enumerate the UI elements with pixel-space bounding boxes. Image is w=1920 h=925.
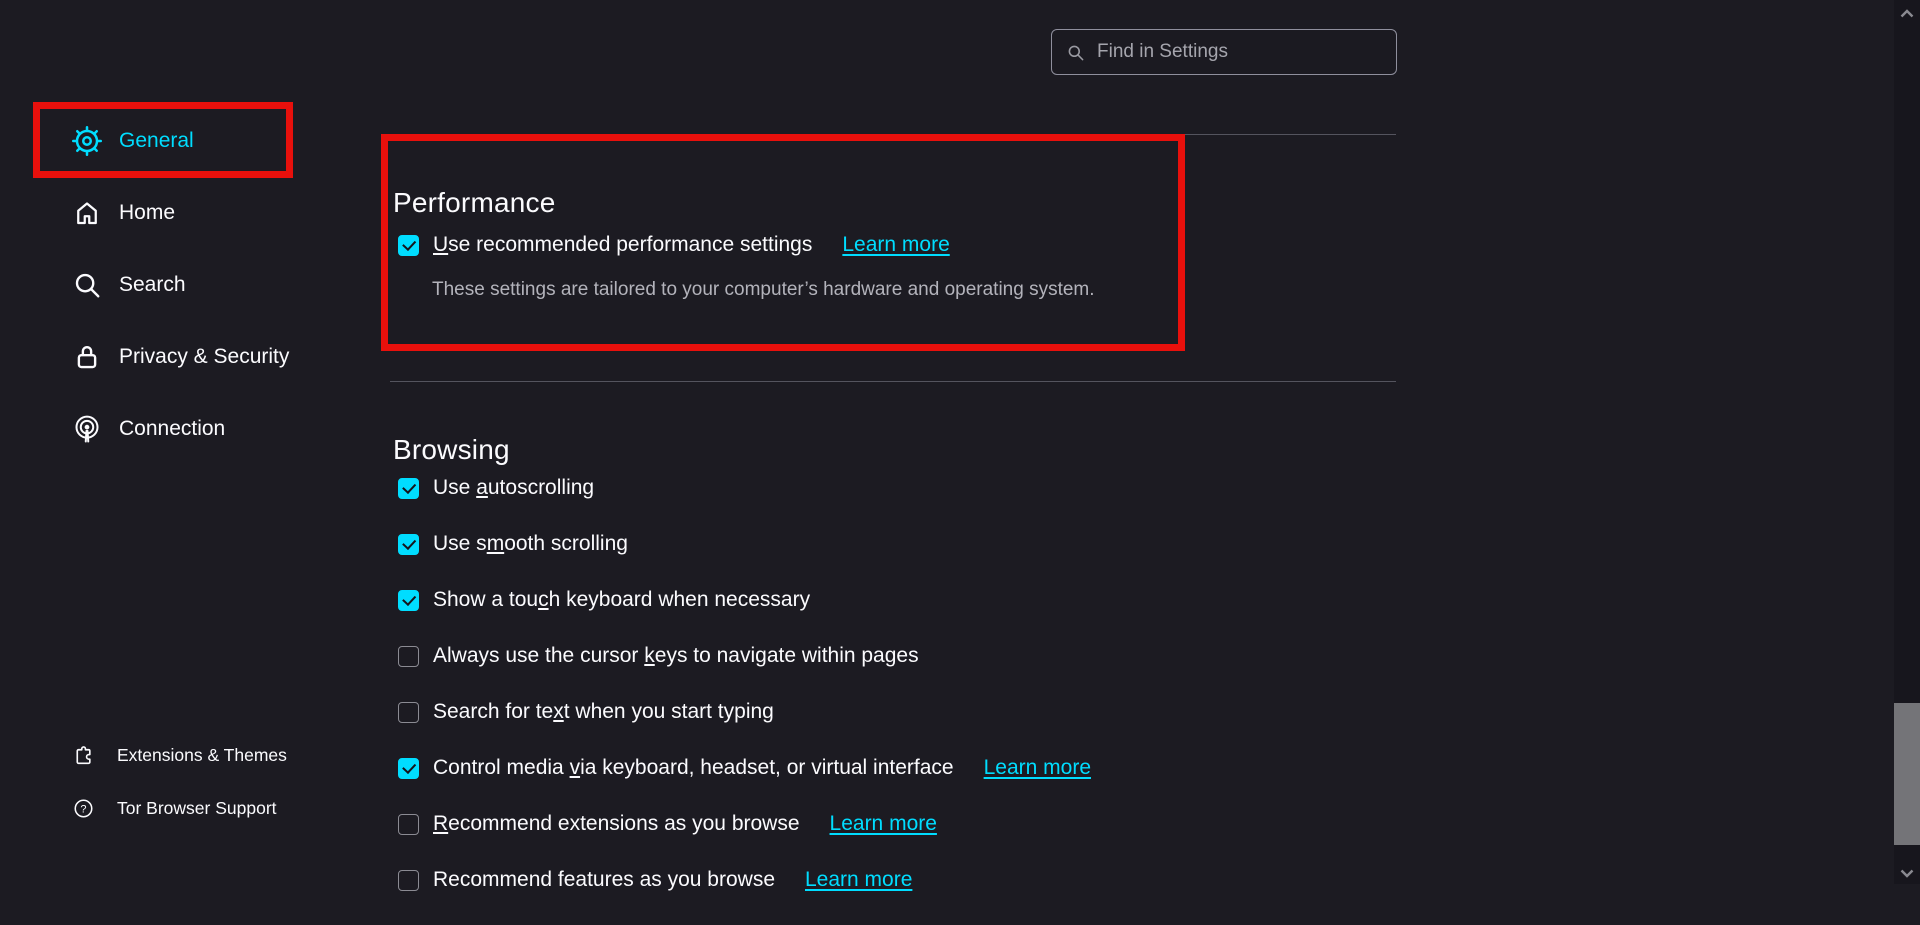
- browsing-setting-row: Control media via keyboard, headset, or …: [398, 757, 1091, 779]
- checkbox-label[interactable]: Recommend extensions as you browse: [433, 812, 800, 836]
- section-divider-top: [393, 134, 1396, 135]
- sidebar-item-label: Search: [119, 273, 186, 297]
- search-icon: [1066, 43, 1085, 62]
- sidebar-item-general[interactable]: General: [33, 119, 293, 163]
- learn-more-link[interactable]: Learn more: [805, 868, 912, 892]
- find-in-settings-field[interactable]: [1051, 29, 1397, 75]
- browsing-setting-row: Recommend extensions as you browse Learn…: [398, 813, 1091, 835]
- browsing-setting-row: Use autoscrolling: [398, 477, 1091, 499]
- browsing-settings-list: Use autoscrolling Use smooth scrolling S…: [398, 477, 1091, 925]
- checkbox-label[interactable]: Show a touch keyboard when necessary: [433, 588, 810, 612]
- broadcast-icon: [72, 414, 102, 444]
- sidebar-item-tor-browser-support[interactable]: ? Tor Browser Support: [33, 786, 333, 830]
- settings-page: { "colors": { "background": "#1c1b22", "…: [0, 0, 1920, 884]
- recommend-extensions-checkbox[interactable]: [398, 814, 419, 835]
- recommend-features-checkbox[interactable]: [398, 870, 419, 891]
- gear-icon: [72, 126, 102, 156]
- checkbox-label[interactable]: Recommend features as you browse: [433, 868, 775, 892]
- puzzle-icon: [72, 744, 95, 767]
- help-icon: ?: [72, 797, 95, 820]
- browsing-section-title: Browsing: [393, 430, 510, 470]
- sidebar-item-label: Extensions & Themes: [117, 745, 287, 766]
- browsing-setting-row: Always use the cursor keys to navigate w…: [398, 645, 1091, 667]
- use-autoscrolling-checkbox[interactable]: [398, 478, 419, 499]
- search-when-typing-checkbox[interactable]: [398, 702, 419, 723]
- sidebar-item-label: Connection: [119, 417, 225, 441]
- sidebar-item-label: Privacy & Security: [119, 345, 289, 369]
- sidebar-footer: Extensions & Themes ? Tor Browser Suppor…: [33, 733, 333, 839]
- chevron-up-icon: [1900, 9, 1914, 18]
- lock-icon: [72, 342, 102, 372]
- checkbox-label[interactable]: Control media via keyboard, headset, or …: [433, 756, 954, 780]
- browsing-setting-row: Show a touch keyboard when necessary: [398, 589, 1091, 611]
- search-input[interactable]: [1095, 40, 1382, 64]
- performance-section-title: Performance: [393, 183, 556, 223]
- sidebar-item-connection[interactable]: Connection: [33, 407, 293, 451]
- browsing-setting-row: Search for text when you start typing: [398, 701, 1091, 723]
- performance-description: These settings are tailored to your comp…: [432, 277, 1095, 303]
- settings-sidebar: General Home Search Privacy & Security: [33, 119, 293, 479]
- scrollbar-thumb[interactable]: [1894, 703, 1920, 845]
- svg-text:?: ?: [80, 803, 86, 815]
- browsing-setting-row: Recommend features as you browse Learn m…: [398, 869, 1091, 891]
- sidebar-item-label: General: [119, 129, 194, 153]
- performance-learn-more-link[interactable]: Learn more: [842, 233, 949, 257]
- scroll-down-button[interactable]: [1894, 862, 1920, 884]
- sidebar-item-label: Home: [119, 201, 175, 225]
- use-recommended-performance-checkbox[interactable]: [398, 235, 419, 256]
- browsing-setting-row: Use smooth scrolling: [398, 533, 1091, 555]
- sidebar-item-home[interactable]: Home: [33, 191, 293, 235]
- touch-keyboard-checkbox[interactable]: [398, 590, 419, 611]
- checkbox-label[interactable]: Use autoscrolling: [433, 476, 594, 500]
- cursor-keys-navigation-checkbox[interactable]: [398, 646, 419, 667]
- checkbox-label[interactable]: Always use the cursor keys to navigate w…: [433, 644, 919, 668]
- home-icon: [72, 198, 102, 228]
- sidebar-item-label: Tor Browser Support: [117, 798, 277, 819]
- checkbox-label[interactable]: Use recommended performance settings: [433, 233, 812, 257]
- checkbox-label[interactable]: Use smooth scrolling: [433, 532, 628, 556]
- scroll-up-button[interactable]: [1894, 2, 1920, 24]
- sidebar-item-privacy-security[interactable]: Privacy & Security: [33, 335, 293, 379]
- checkbox-label[interactable]: Search for text when you start typing: [433, 700, 774, 724]
- learn-more-link[interactable]: Learn more: [984, 756, 1091, 780]
- control-media-checkbox[interactable]: [398, 758, 419, 779]
- performance-setting-row: Use recommended performance settings Lea…: [398, 233, 950, 257]
- learn-more-link[interactable]: Learn more: [830, 812, 937, 836]
- sidebar-item-extensions-themes[interactable]: Extensions & Themes: [33, 733, 333, 777]
- sidebar-item-search[interactable]: Search: [33, 263, 293, 307]
- section-divider-middle: [390, 381, 1396, 382]
- search-icon: [72, 270, 102, 300]
- chevron-down-icon: [1900, 869, 1914, 878]
- use-smooth-scrolling-checkbox[interactable]: [398, 534, 419, 555]
- vertical-scrollbar[interactable]: [1894, 0, 1920, 884]
